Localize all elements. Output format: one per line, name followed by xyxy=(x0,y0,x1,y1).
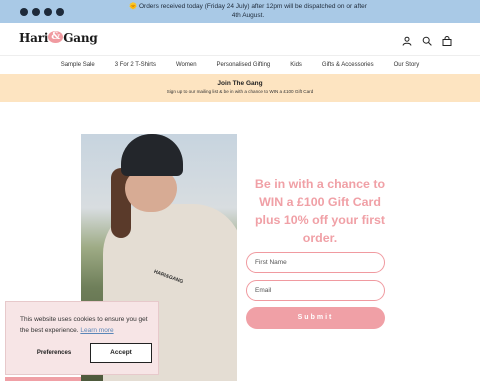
pink-bar xyxy=(5,377,81,381)
cookie-message: This website uses cookies to ensure you … xyxy=(20,316,148,334)
social-links xyxy=(20,8,64,16)
brand-logo[interactable]: Hari & Gang xyxy=(19,31,98,45)
signup-headline: Be in with a chance to WIN a £100 Gift C… xyxy=(254,177,386,245)
beanie-hat xyxy=(121,134,183,176)
header-icons xyxy=(402,33,452,46)
promo-banner[interactable]: Join The Gang Sign up to our mailing lis… xyxy=(0,74,480,102)
nav-item-kids[interactable]: Kids xyxy=(280,56,312,74)
instagram-icon[interactable] xyxy=(32,8,40,16)
email-field[interactable]: Email xyxy=(246,280,385,301)
promo-subtitle: Sign up to our mailing list & be in with… xyxy=(166,89,314,94)
nav-item-gifts-accessories[interactable]: Gifts & Accessories xyxy=(312,56,384,74)
preferences-button[interactable]: Preferences xyxy=(20,343,88,363)
cart-icon[interactable] xyxy=(442,33,452,46)
nav-item-our-story[interactable]: Our Story xyxy=(384,56,430,74)
announcement-text: 🌞 Orders received today (Friday 24 July)… xyxy=(128,3,368,20)
search-icon[interactable] xyxy=(422,33,432,46)
learn-more-link[interactable]: Learn more xyxy=(80,327,113,334)
promo-title: Join The Gang xyxy=(217,80,263,87)
main-nav: Sample Sale 3 For 2 T-Shirts Women Perso… xyxy=(0,55,480,74)
tiktok-icon[interactable] xyxy=(44,8,52,16)
nav-item-personalised-gifting[interactable]: Personalised Gifting xyxy=(207,56,281,74)
logo-ampersand: & xyxy=(48,31,64,43)
account-icon[interactable] xyxy=(402,33,412,46)
nav-item-3-for-2-tshirts[interactable]: 3 For 2 T-Shirts xyxy=(105,56,166,74)
announcement-bar: 🌞 Orders received today (Friday 24 July)… xyxy=(0,0,480,23)
nav-item-sample-sale[interactable]: Sample Sale xyxy=(51,56,105,74)
face xyxy=(125,170,177,212)
announcement-message: Orders received today (Friday 24 July) a… xyxy=(138,3,367,19)
accept-button[interactable]: Accept xyxy=(90,343,152,363)
pinterest-icon[interactable] xyxy=(56,8,64,16)
sun-icon: 🌞 xyxy=(129,3,138,10)
nav-item-women[interactable]: Women xyxy=(166,56,207,74)
facebook-icon[interactable] xyxy=(20,8,28,16)
site-header: Hari & Gang xyxy=(0,23,480,55)
first-name-field[interactable]: First Name xyxy=(246,252,385,273)
cookie-banner: This website uses cookies to ensure you … xyxy=(5,301,159,375)
submit-button[interactable]: Submit xyxy=(246,307,385,329)
